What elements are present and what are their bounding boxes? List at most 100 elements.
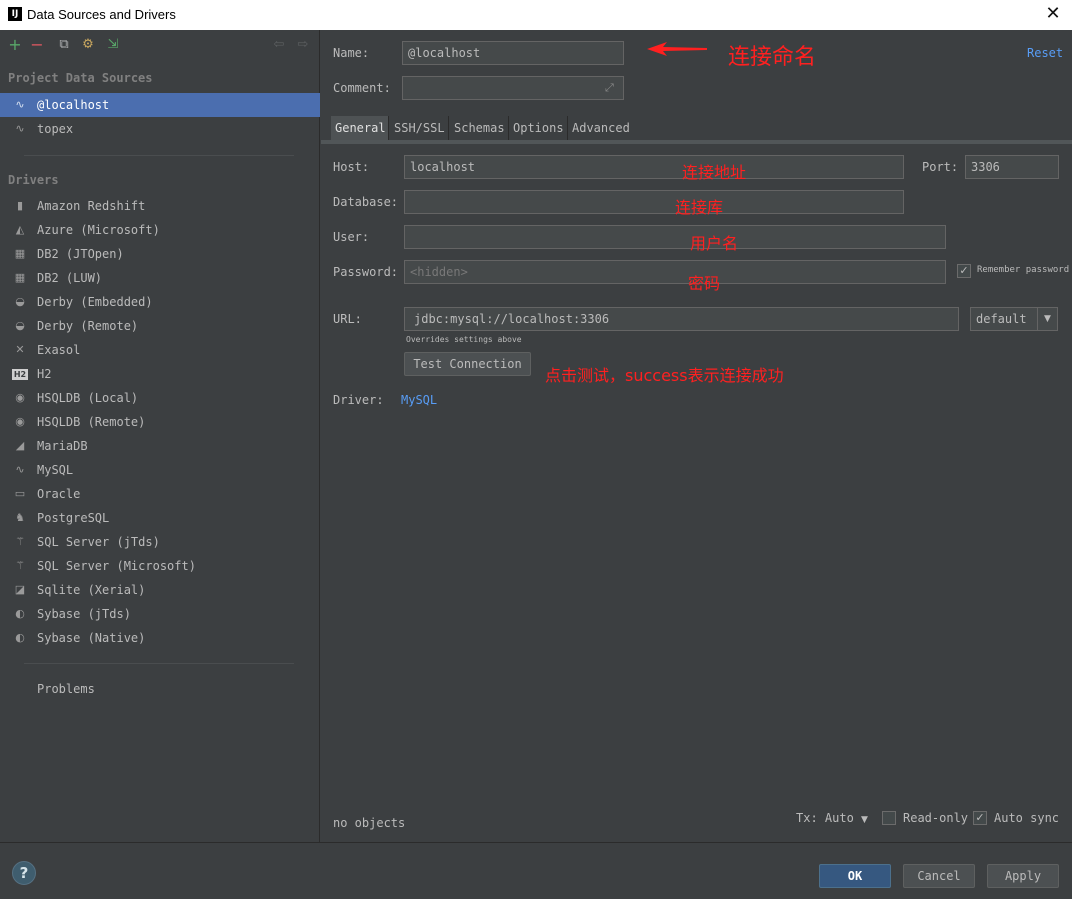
- driver-label: H2: [37, 367, 52, 381]
- close-icon[interactable]: ✕: [1042, 4, 1064, 26]
- annotation-password: 密码: [688, 274, 721, 293]
- host-field[interactable]: localhost: [404, 155, 904, 179]
- driver-label: Sybase (jTds): [37, 607, 131, 621]
- driver-item[interactable]: ◐ Sybase (jTds): [0, 602, 320, 626]
- tab-schemas[interactable]: Schemas: [450, 116, 509, 140]
- tab-underline: [321, 140, 1072, 144]
- ok-button[interactable]: OK: [819, 864, 891, 888]
- driver-icon: ◪: [14, 583, 26, 596]
- driver-item[interactable]: H2 H2: [0, 362, 320, 386]
- driver-label: SQL Server (jTds): [37, 535, 160, 549]
- driver-link[interactable]: MySQL: [401, 393, 437, 407]
- test-connection-button[interactable]: Test Connection: [404, 352, 531, 376]
- driver-item[interactable]: ◐ Sybase (Native): [0, 626, 320, 650]
- host-label: Host:: [333, 160, 370, 174]
- driver-label: Azure (Microsoft): [37, 223, 160, 237]
- driver-label: PostgreSQL: [37, 511, 110, 525]
- driver-icon: ◒: [15, 319, 25, 332]
- driver-item[interactable]: ♞ PostgreSQL: [0, 506, 320, 530]
- password-label: Password:: [333, 265, 399, 279]
- auto-sync-checkbox[interactable]: ✓: [973, 811, 987, 825]
- driver-label: Sqlite (Xerial): [37, 583, 146, 597]
- annotation-user: 用户名: [690, 234, 739, 253]
- driver-item[interactable]: ▭ Oracle: [0, 482, 320, 506]
- driver-icon: ◉: [15, 391, 25, 404]
- driver-icon: ♞: [15, 511, 25, 524]
- driver-item[interactable]: ◒ Derby (Embedded): [0, 290, 320, 314]
- drivers-heading: Drivers: [8, 173, 59, 187]
- driver-item[interactable]: ▮ Amazon Redshift: [0, 194, 320, 218]
- transaction-mode-select[interactable]: Tx: Auto ▼: [796, 811, 868, 825]
- auto-sync-label: Auto sync: [994, 811, 1060, 825]
- driver-item[interactable]: ◢ MariaDB: [0, 434, 320, 458]
- database-field[interactable]: [404, 190, 904, 214]
- driver-label: Derby (Embedded): [37, 295, 153, 309]
- url-field[interactable]: jdbc:mysql://localhost:3306: [404, 307, 959, 331]
- annotation-name: 连接命名: [728, 45, 817, 70]
- duplicate-icon[interactable]: ⧉: [55, 36, 73, 54]
- url-mode-select[interactable]: default ▼: [970, 307, 1058, 331]
- driver-label: Derby (Remote): [37, 319, 139, 333]
- driver-label: Oracle: [37, 487, 81, 501]
- comment-field[interactable]: [402, 76, 624, 100]
- driver-label: MariaDB: [37, 439, 88, 453]
- driver-item[interactable]: ▦ DB2 (JTOpen): [0, 242, 320, 266]
- problems-item[interactable]: Problems: [0, 677, 320, 701]
- remember-password-checkbox[interactable]: ✓: [957, 264, 971, 278]
- driver-item[interactable]: ◪ Sqlite (Xerial): [0, 578, 320, 602]
- driver-icon: ◢: [15, 439, 25, 452]
- mysql-icon: ∿: [15, 122, 25, 135]
- intellij-icon: IJ: [8, 7, 22, 21]
- tab-general[interactable]: General: [331, 116, 389, 140]
- driver-item[interactable]: ✕ Exasol: [0, 338, 320, 362]
- remove-icon[interactable]: −: [28, 36, 46, 54]
- port-field[interactable]: 3306: [965, 155, 1059, 179]
- project-data-sources-heading: Project Data Sources: [8, 71, 153, 85]
- help-icon[interactable]: ?: [12, 861, 36, 885]
- data-source-localhost[interactable]: ∿ @localhost: [0, 93, 320, 117]
- name-field[interactable]: [402, 41, 624, 65]
- url-label: URL:: [333, 312, 362, 326]
- user-field[interactable]: [404, 225, 946, 249]
- tab-advanced[interactable]: Advanced: [568, 116, 642, 140]
- annotation-arrow: [647, 42, 707, 56]
- driver-item[interactable]: ◉ HSQLDB (Remote): [0, 410, 320, 434]
- read-only-checkbox[interactable]: [882, 811, 896, 825]
- add-icon[interactable]: +: [6, 36, 24, 54]
- driver-label: DB2 (LUW): [37, 271, 103, 285]
- expand-icon[interactable]: ⤢: [605, 81, 614, 95]
- driver-label: HSQLDB (Remote): [37, 415, 146, 429]
- data-source-label: @localhost: [37, 98, 110, 112]
- driver-icon: ◭: [15, 223, 25, 236]
- driver-item[interactable]: ◒ Derby (Remote): [0, 314, 320, 338]
- mysql-icon: ∿: [15, 98, 25, 111]
- driver-icon: ∿: [15, 463, 25, 476]
- driver-item[interactable]: ∿ MySQL: [0, 458, 320, 482]
- data-source-properties: Name: 连接命名 Reset Comment: ⤢ General SSH/…: [321, 30, 1072, 842]
- annotation-database: 连接库: [675, 198, 724, 217]
- driver-label: HSQLDB (Local): [37, 391, 139, 405]
- password-field[interactable]: <hidden>: [404, 260, 946, 284]
- driver-settings-icon[interactable]: ⚙: [79, 36, 97, 54]
- forward-arrow-icon[interactable]: ⇨: [294, 36, 312, 54]
- driver-item[interactable]: ◉ HSQLDB (Local): [0, 386, 320, 410]
- annotation-test: 点击测试，success表示连接成功: [545, 366, 784, 385]
- database-label: Database:: [333, 195, 399, 209]
- tab-options[interactable]: Options: [509, 116, 568, 140]
- overrides-note: Overrides settings above: [406, 335, 522, 344]
- driver-item[interactable]: ⚚ SQL Server (Microsoft): [0, 554, 320, 578]
- data-sources-sidebar: + − ⧉ ⚙ ⇲ ⇦ ⇨ Project Data Sources ∿ @lo…: [0, 30, 320, 842]
- driver-label: SQL Server (Microsoft): [37, 559, 196, 573]
- apply-button[interactable]: Apply: [987, 864, 1059, 888]
- driver-item[interactable]: ⚚ SQL Server (jTds): [0, 530, 320, 554]
- reset-link[interactable]: Reset: [1027, 46, 1063, 60]
- window-title: Data Sources and Drivers: [27, 7, 176, 22]
- data-source-topex[interactable]: ∿ topex: [0, 117, 320, 141]
- import-icon[interactable]: ⇲: [104, 36, 122, 54]
- tab-ssh-ssl[interactable]: SSH/SSL: [390, 116, 449, 140]
- cancel-button[interactable]: Cancel: [903, 864, 975, 888]
- back-arrow-icon[interactable]: ⇦: [270, 36, 288, 54]
- driver-item[interactable]: ◭ Azure (Microsoft): [0, 218, 320, 242]
- driver-icon: ◒: [15, 295, 25, 308]
- driver-item[interactable]: ▦ DB2 (LUW): [0, 266, 320, 290]
